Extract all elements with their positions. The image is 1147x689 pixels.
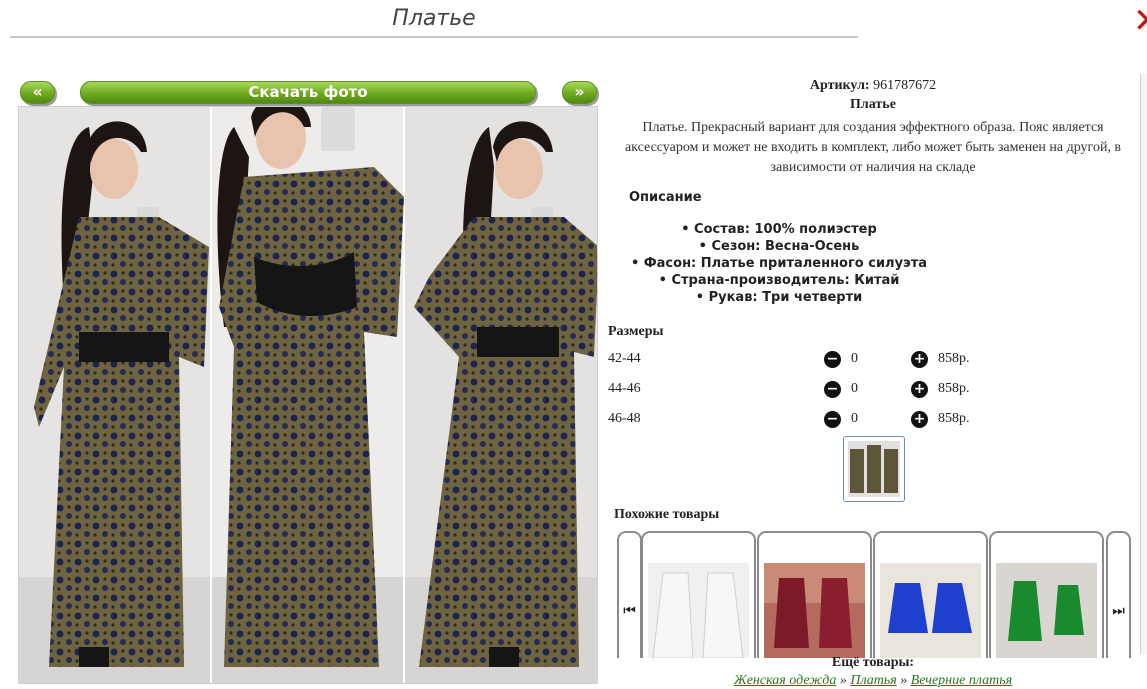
size-label: 44-46	[608, 381, 641, 396]
skip-forward-icon: ⏭	[1112, 603, 1125, 619]
breadcrumb: Женская одежда » Платья » Вечерние плать…	[606, 673, 1140, 689]
breadcrumb-separator: »	[900, 673, 908, 688]
more-products-heading: Ещё товары:	[831, 655, 915, 670]
spec-item: • Страна-производитель: Китай	[658, 273, 900, 288]
page-title: Платье	[10, 4, 858, 38]
carousel-prev-button[interactable]: ⏮	[617, 531, 642, 658]
size-price: 858р.	[938, 411, 970, 426]
quantity-value: 0	[851, 381, 858, 396]
similar-product-image	[648, 563, 749, 658]
increase-qty-button[interactable]: +	[911, 411, 928, 428]
similar-products-heading: Похожие товары	[614, 507, 720, 522]
decrease-qty-button[interactable]: −	[824, 381, 841, 398]
size-label: 42-44	[608, 351, 641, 366]
sizes-heading: Размеры	[608, 324, 664, 339]
photo-thumbnail[interactable]	[843, 436, 905, 502]
size-price: 858р.	[938, 351, 970, 366]
product-name: Платье	[850, 97, 896, 112]
quantity-value: 0	[851, 411, 858, 426]
similar-product-card[interactable]	[873, 531, 988, 658]
spec-item: • Состав: 100% полиэстер	[681, 222, 877, 237]
breadcrumb-separator: »	[839, 673, 847, 688]
similar-product-card[interactable]	[989, 531, 1104, 658]
breadcrumb-link[interactable]: Платья	[850, 673, 896, 688]
product-photo	[18, 106, 598, 684]
sku-label: Артикул:	[809, 78, 870, 93]
similar-product-image	[764, 563, 865, 658]
specs-list: • Состав: 100% полиэстер • Сезон: Весна-…	[606, 221, 952, 306]
similar-product-image	[996, 563, 1097, 658]
prev-photo-button[interactable]: «	[20, 81, 55, 104]
size-price: 858р.	[938, 381, 970, 396]
next-photo-button[interactable]: »	[562, 81, 597, 104]
decrease-qty-button[interactable]: −	[824, 411, 841, 428]
similar-product-card[interactable]	[757, 531, 872, 658]
specs-heading: Описание	[629, 190, 702, 205]
size-row: 42-44 − 0 + 858р.	[608, 351, 1028, 371]
decrease-qty-button[interactable]: −	[824, 351, 841, 368]
size-label: 46-48	[608, 411, 641, 426]
sku-value: 961787672	[873, 78, 937, 93]
spec-item: • Рукав: Три четверти	[695, 290, 863, 305]
size-row: 44-46 − 0 + 858р.	[608, 381, 1028, 401]
breadcrumb-link[interactable]: Вечерние платья	[911, 673, 1012, 688]
increase-qty-button[interactable]: +	[911, 351, 928, 368]
size-row: 46-48 − 0 + 858р.	[608, 411, 1028, 431]
increase-qty-button[interactable]: +	[911, 381, 928, 398]
product-sku: Артикул: 961787672	[606, 78, 1140, 94]
breadcrumb-link[interactable]: Женская одежда	[734, 673, 836, 688]
product-description: Платье. Прекрасный вариант для создания …	[624, 120, 1122, 175]
quantity-value: 0	[851, 351, 858, 366]
download-photo-button[interactable]: Скачать фото	[80, 81, 536, 104]
spec-item: • Фасон: Платье приталенного силуэта	[630, 256, 928, 271]
similar-product-image	[880, 563, 981, 658]
close-icon[interactable]: ✕	[1133, 4, 1147, 38]
carousel-next-button[interactable]: ⏭	[1106, 531, 1131, 658]
skip-back-icon: ⏮	[623, 603, 636, 619]
similar-product-card[interactable]	[641, 531, 756, 658]
spec-item: • Сезон: Весна-Осень	[698, 239, 860, 254]
scrollbar[interactable]	[1140, 74, 1147, 654]
